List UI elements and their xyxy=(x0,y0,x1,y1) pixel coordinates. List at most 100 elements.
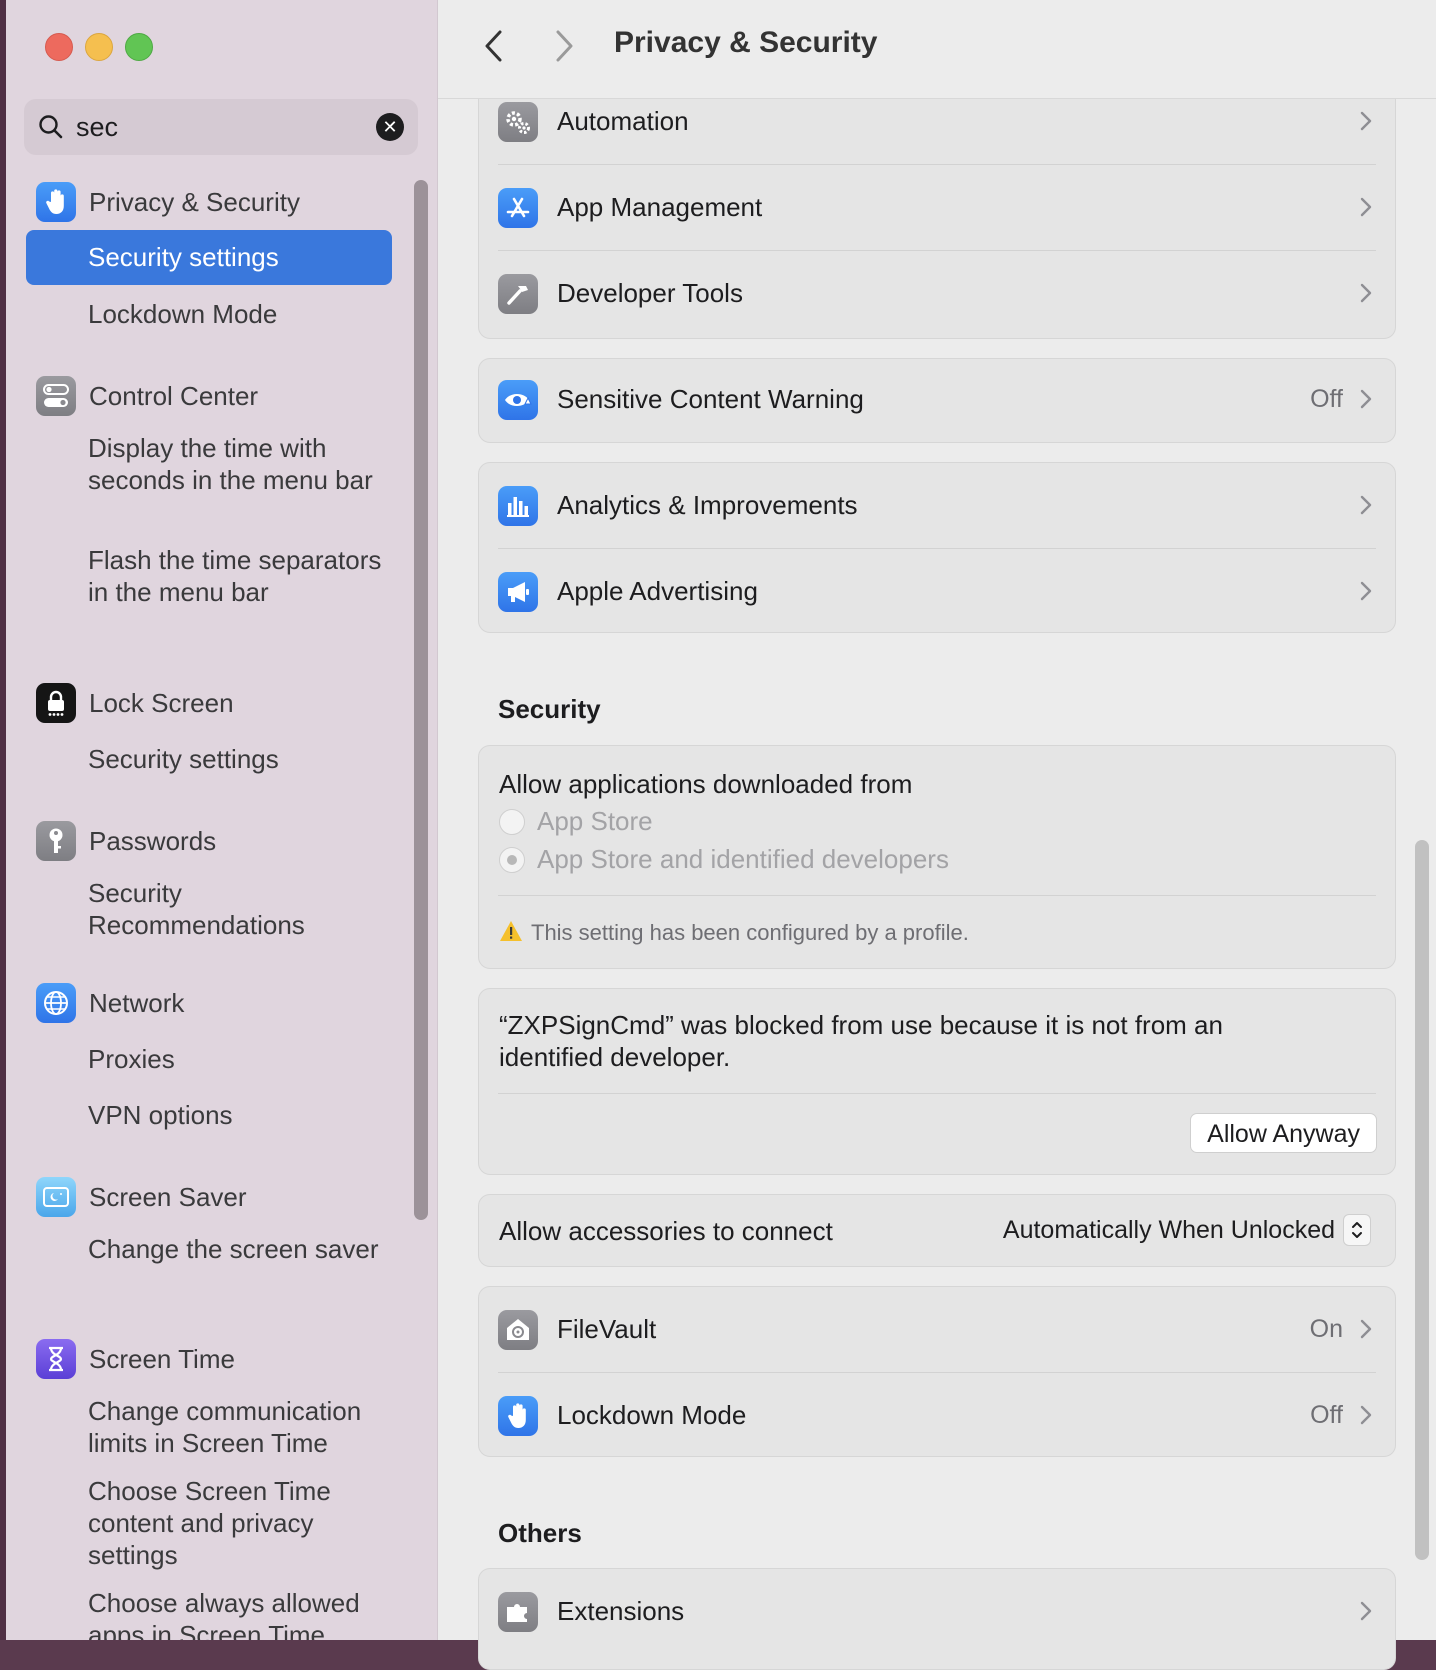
sidebar-item-label: Privacy & Security xyxy=(89,186,300,217)
lock-icon xyxy=(36,683,76,723)
section-title-security: Security xyxy=(498,694,601,724)
vault-icon xyxy=(498,1310,538,1350)
row-apple-advertising[interactable]: Apple Advertising xyxy=(479,549,1395,635)
filevault-lockdown-group: FileVault On Lockdown Mode Off xyxy=(478,1286,1396,1457)
eye-warning-icon xyxy=(498,380,538,420)
row-developer-tools[interactable]: Developer Tools xyxy=(479,251,1395,337)
sidebar-item-label: Screen Time xyxy=(89,1343,235,1374)
popup-value: Automatically When Unlocked xyxy=(1002,1215,1335,1244)
sidebar-item-label: Network xyxy=(89,987,185,1018)
main-content: Privacy & Security Automation App Manage… xyxy=(438,0,1436,1670)
sidebar-item-label: Screen Saver xyxy=(89,1181,247,1212)
row-label: Extensions xyxy=(557,1596,685,1626)
analytics-group: Analytics & Improvements Apple Advertisi… xyxy=(478,462,1396,633)
hand-raised-icon xyxy=(36,182,76,222)
sidebar: ✕ Privacy & Security Security settings L… xyxy=(6,0,438,1640)
chevron-right-icon xyxy=(1359,1600,1373,1627)
sidebar-subitem-content-privacy[interactable]: Choose Screen Time content and privacy s… xyxy=(88,1475,398,1571)
row-label: Automation xyxy=(557,106,689,136)
option-label: App Store xyxy=(537,806,653,836)
key-icon xyxy=(36,821,76,861)
puzzle-piece-icon xyxy=(498,1592,538,1632)
row-analytics-improvements[interactable]: Analytics & Improvements xyxy=(479,463,1395,549)
chevron-right-icon xyxy=(1359,580,1373,607)
accessories-popup[interactable]: Automatically When Unlocked xyxy=(1003,1214,1371,1246)
megaphone-icon xyxy=(498,572,538,612)
others-group: Extensions xyxy=(478,1568,1396,1670)
back-button[interactable] xyxy=(482,28,506,69)
toggles-icon xyxy=(36,376,76,416)
sidebar-subitem-lockdown-mode[interactable]: Lockdown Mode xyxy=(88,298,398,330)
sidebar-subitem-vpn-options[interactable]: VPN options xyxy=(88,1099,398,1131)
sidebar-subitem-proxies[interactable]: Proxies xyxy=(88,1043,398,1075)
accessories-group: Allow accessories to connect Automatical… xyxy=(478,1194,1396,1267)
sidebar-item-screen-saver[interactable]: Screen Saver xyxy=(36,1175,247,1219)
minimize-window-button[interactable] xyxy=(85,33,113,61)
row-value: Off xyxy=(1310,1401,1343,1429)
globe-icon xyxy=(36,983,76,1023)
sidebar-item-network[interactable]: Network xyxy=(36,981,184,1025)
sidebar-item-privacy-security[interactable]: Privacy & Security xyxy=(36,180,300,224)
row-lockdown-mode[interactable]: Lockdown Mode Off xyxy=(479,1373,1395,1459)
page-title: Privacy & Security xyxy=(614,26,878,59)
allow-anyway-button[interactable]: Allow Anyway xyxy=(1190,1113,1377,1153)
sidebar-subitem-change-screen-saver[interactable]: Change the screen saver xyxy=(88,1233,398,1265)
radio-app-store-identified[interactable] xyxy=(499,847,525,873)
row-label: App Management xyxy=(557,192,763,222)
sensitive-content-group: Sensitive Content Warning Off xyxy=(478,358,1396,443)
sidebar-subitem-label: Security settings xyxy=(88,242,279,272)
option-label: App Store and identified developers xyxy=(537,844,949,874)
chevron-right-icon xyxy=(1359,196,1373,223)
sidebar-scrollbar[interactable] xyxy=(414,180,428,1220)
main-scrollbar[interactable] xyxy=(1415,840,1429,1560)
forward-button[interactable] xyxy=(552,28,576,69)
settings-window: ✕ Privacy & Security Security settings L… xyxy=(0,0,1436,1670)
hammer-icon xyxy=(498,274,538,314)
clear-search-icon[interactable]: ✕ xyxy=(376,113,404,141)
gears-icon xyxy=(498,102,538,142)
allow-apps-title: Allow applications downloaded from xyxy=(499,769,913,799)
sidebar-item-passwords[interactable]: Passwords xyxy=(36,819,216,863)
row-extensions[interactable]: Extensions xyxy=(479,1569,1395,1655)
row-label: Apple Advertising xyxy=(557,576,758,606)
divider xyxy=(498,895,1376,896)
sidebar-subitem-security-recommendations[interactable]: Security Recommendations xyxy=(88,877,398,941)
sidebar-item-control-center[interactable]: Control Center xyxy=(36,374,258,418)
sidebar-item-label: Control Center xyxy=(89,380,259,411)
radio-app-store[interactable] xyxy=(499,809,525,835)
row-label: Lockdown Mode xyxy=(557,1400,747,1430)
search-icon xyxy=(38,114,64,145)
chevron-right-icon xyxy=(1359,388,1373,415)
hourglass-icon xyxy=(36,1339,76,1379)
sidebar-subitem-security-settings[interactable]: Security settings xyxy=(26,230,392,285)
section-title-others: Others xyxy=(498,1518,582,1548)
row-value: On xyxy=(1309,1315,1343,1343)
search-input[interactable] xyxy=(76,109,366,145)
chevron-right-icon xyxy=(1359,1404,1373,1431)
up-down-arrows-icon xyxy=(1343,1214,1371,1246)
sidebar-subitem-always-allowed[interactable]: Choose always allowed apps in Screen Tim… xyxy=(88,1587,398,1640)
row-app-management[interactable]: App Management xyxy=(479,165,1395,251)
close-window-button[interactable] xyxy=(45,33,73,61)
sidebar-item-screen-time[interactable]: Screen Time xyxy=(36,1337,235,1381)
row-label: FileVault xyxy=(557,1314,657,1344)
sidebar-item-lock-screen[interactable]: Lock Screen xyxy=(36,681,234,725)
sidebar-subitem-display-seconds[interactable]: Display the time with seconds in the men… xyxy=(88,432,398,496)
bar-chart-icon xyxy=(498,486,538,526)
screen-saver-icon xyxy=(36,1177,76,1217)
sidebar-subitem-lock-security-settings[interactable]: Security settings xyxy=(88,743,398,775)
row-filevault[interactable]: FileVault On xyxy=(479,1287,1395,1373)
row-label: Sensitive Content Warning xyxy=(557,384,864,414)
row-value: Off xyxy=(1310,385,1343,413)
sidebar-subitem-flash-separators[interactable]: Flash the time separators in the menu ba… xyxy=(88,544,398,608)
profile-note: This setting has been configured by a pr… xyxy=(531,920,969,945)
accessories-label: Allow accessories to connect xyxy=(499,1216,833,1246)
divider xyxy=(498,1093,1376,1094)
zoom-window-button[interactable] xyxy=(125,33,153,61)
sidebar-subitem-communication-limits[interactable]: Change communication limits in Screen Ti… xyxy=(88,1395,398,1459)
allow-apps-group: Allow applications downloaded from App S… xyxy=(478,745,1396,969)
row-sensitive-content-warning[interactable]: Sensitive Content Warning Off xyxy=(479,357,1395,443)
sidebar-item-label: Passwords xyxy=(89,825,217,856)
row-label: Analytics & Improvements xyxy=(557,490,858,520)
hand-raised-icon xyxy=(498,1396,538,1436)
